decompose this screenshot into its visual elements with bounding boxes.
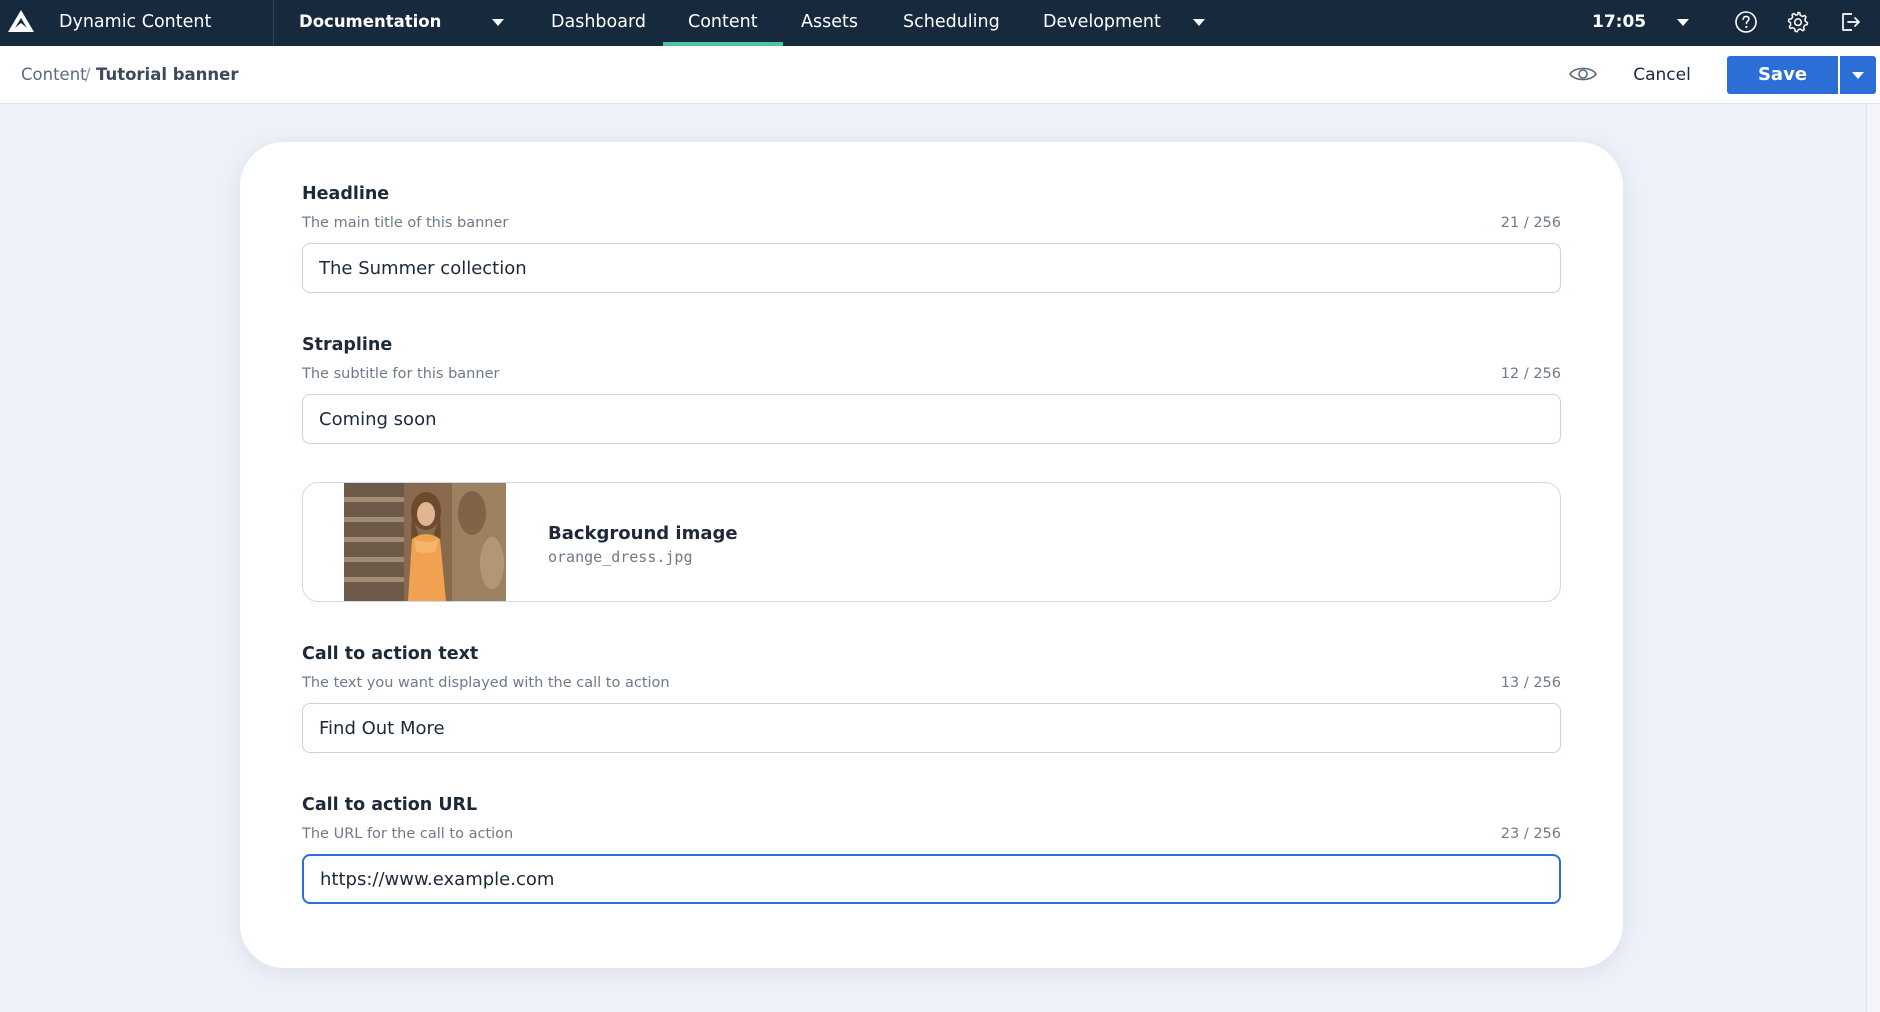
cta-text-description: The text you want displayed with the cal… — [302, 675, 670, 691]
cta-text-input[interactable] — [302, 703, 1561, 753]
save-options-chevron-down-icon — [1852, 72, 1864, 79]
cta-url-description: The URL for the call to action — [302, 826, 514, 842]
nav-divider — [273, 0, 274, 46]
help-icon[interactable] — [1734, 10, 1758, 34]
background-image-thumbnail — [344, 483, 506, 601]
save-options-button[interactable] — [1840, 56, 1876, 94]
hub-chevron-down-icon[interactable] — [492, 19, 504, 26]
nav-scheduling[interactable]: Scheduling — [878, 0, 1025, 46]
background-image-picker[interactable]: Background image orange_dress.jpg — [302, 482, 1561, 602]
breadcrumb-current: Tutorial banner — [96, 65, 239, 84]
background-image-filename: orange_dress.jpg — [548, 548, 693, 566]
top-nav-bar: Dynamic Content Documentation Dashboard … — [0, 0, 1880, 46]
app-name: Dynamic Content — [59, 12, 212, 32]
breadcrumb-root[interactable]: Content — [21, 46, 87, 103]
cancel-button[interactable]: Cancel — [1616, 56, 1708, 94]
app-logo-icon[interactable] — [7, 9, 35, 33]
headline-description: The main title of this banner — [302, 215, 509, 231]
background-image-label: Background image — [548, 523, 738, 544]
cta-url-input[interactable] — [302, 854, 1561, 904]
cta-url-label: Call to action URL — [302, 795, 478, 815]
more-nav-chevron-down-icon[interactable] — [1193, 19, 1205, 26]
hub-selector[interactable]: Documentation — [299, 0, 441, 44]
cta-text-label: Call to action text — [302, 644, 479, 664]
breadcrumb-separator: / — [85, 65, 91, 84]
cta-url-char-count: 23 / 256 — [1500, 826, 1561, 842]
nav-assets[interactable]: Assets — [776, 0, 883, 46]
scrollbar[interactable] — [1866, 104, 1880, 1012]
save-button[interactable]: Save — [1727, 56, 1838, 94]
logout-icon[interactable] — [1838, 10, 1862, 34]
strapline-input[interactable] — [302, 394, 1561, 444]
cta-text-char-count: 13 / 256 — [1500, 675, 1561, 691]
nav-content[interactable]: Content — [663, 0, 783, 46]
headline-char-count: 21 / 256 — [1500, 215, 1561, 231]
clock-chevron-down-icon[interactable] — [1677, 19, 1689, 26]
content-form-card: Headline The main title of this banner 2… — [240, 142, 1623, 968]
headline-label: Headline — [302, 184, 390, 204]
nav-dashboard[interactable]: Dashboard — [526, 0, 671, 46]
strapline-description: The subtitle for this banner — [302, 366, 500, 382]
strapline-label: Strapline — [302, 335, 393, 355]
gear-icon[interactable] — [1786, 10, 1810, 34]
content-toolbar: Content / Tutorial banner Cancel Save — [0, 46, 1880, 104]
nav-development[interactable]: Development — [1018, 0, 1186, 46]
headline-input[interactable] — [302, 243, 1561, 293]
clock-time[interactable]: 17:05 — [1592, 0, 1646, 44]
preview-eye-icon[interactable] — [1568, 62, 1598, 86]
strapline-char-count: 12 / 256 — [1500, 366, 1561, 382]
